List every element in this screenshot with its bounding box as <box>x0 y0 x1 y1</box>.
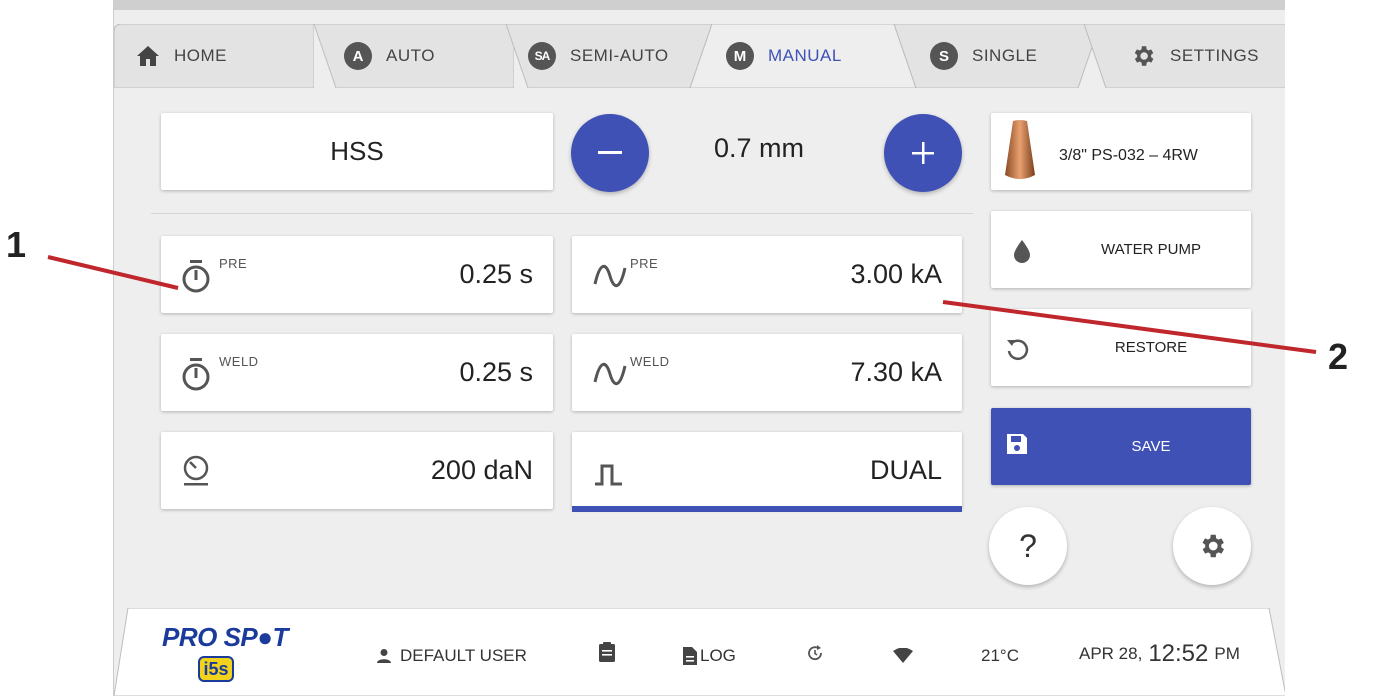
tab-manual[interactable]: M MANUAL <box>690 24 916 88</box>
electrode-label: 3/8" PS-032 – 4RW <box>1059 147 1198 164</box>
callout-2-number: 2 <box>1328 336 1349 377</box>
weld-time-label: WELD <box>219 354 259 369</box>
tab-settings[interactable]: SETTINGS <box>1084 24 1285 88</box>
force-value: 200 daN <box>430 455 533 485</box>
weld-current-value: 7.30 kA <box>850 357 942 387</box>
gear-icon <box>1134 46 1154 66</box>
settings-button[interactable] <box>1173 507 1251 585</box>
history-icon <box>808 645 822 661</box>
tab-settings-label: SETTINGS <box>1170 46 1260 65</box>
log-button[interactable]: LOG <box>682 646 736 666</box>
status-bar: PRO SP●T i5s DEFAULT USER LOG 21°C APR 2… <box>114 608 1285 696</box>
user-name: DEFAULT USER <box>400 646 527 665</box>
restore-label: RESTORE <box>1114 339 1188 356</box>
clipboard-icon <box>599 642 615 662</box>
stopwatch-icon <box>182 260 210 293</box>
temperature-value: 21°C <box>981 646 1019 665</box>
temperature-readout: 21°C <box>981 646 1019 666</box>
pre-current-card[interactable]: PRE 3.00 kA <box>572 236 962 313</box>
callout-1-number: 1 <box>6 224 27 265</box>
stopwatch-icon <box>182 358 210 391</box>
pulse-mode-card[interactable]: DUAL <box>572 432 962 509</box>
user-icon <box>377 649 391 663</box>
restore-button[interactable]: RESTORE <box>991 309 1251 386</box>
user-indicator[interactable]: DEFAULT USER <box>376 646 527 666</box>
manual-badge-icon: M <box>726 42 754 70</box>
thickness-value: 0.7 mm <box>713 133 805 163</box>
tab-home[interactable]: HOME <box>114 24 314 88</box>
mode-tabs: HOME A AUTO SA SEMI-AUTO M MANUAL S SING… <box>114 10 1285 98</box>
pre-time-card[interactable]: PRE 0.25 s <box>161 236 553 313</box>
help-button[interactable]: ? <box>989 507 1067 585</box>
datetime-readout: APR 28, 12:52 PM <box>1079 640 1240 668</box>
gear-icon <box>1202 534 1224 558</box>
home-icon <box>137 46 159 66</box>
history-button[interactable] <box>806 644 824 662</box>
pulse-icon <box>595 464 622 486</box>
save-button[interactable]: SAVE <box>991 408 1251 485</box>
save-label: SAVE <box>1131 438 1171 455</box>
plus-icon <box>912 142 934 164</box>
gauge-icon <box>183 455 209 486</box>
sine-wave-icon <box>593 265 627 287</box>
clipboard-button[interactable] <box>598 641 616 663</box>
auto-badge-icon: A <box>344 42 372 70</box>
tab-auto-label: AUTO <box>386 46 435 65</box>
tab-auto[interactable]: A AUTO <box>314 24 514 88</box>
date-value: APR 28, <box>1079 644 1143 663</box>
tab-semi-auto-label: SEMI-AUTO <box>570 46 669 65</box>
weld-current-label: WELD <box>630 354 670 369</box>
tab-semi-auto[interactable]: SA SEMI-AUTO <box>506 24 712 88</box>
pulse-mode-value: DUAL <box>869 455 942 485</box>
electrode-selector[interactable]: 3/8" PS-032 – 4RW <box>991 113 1251 190</box>
material-selector[interactable]: HSS <box>161 113 553 190</box>
semi-auto-badge-icon: SA <box>528 42 556 70</box>
water-pump-label: WATER PUMP <box>1101 241 1201 258</box>
pulse-mode-underline <box>572 506 962 512</box>
machine-screen: HOME A AUTO SA SEMI-AUTO M MANUAL S SING… <box>113 0 1285 696</box>
wifi-indicator[interactable] <box>892 648 914 664</box>
force-card[interactable]: 200 daN <box>161 432 553 509</box>
i5s-logo: i5s <box>198 656 234 682</box>
material-label: HSS <box>330 136 384 166</box>
pro-spot-logo: PRO SP●T <box>162 622 288 652</box>
weld-time-card[interactable]: WELD 0.25 s <box>161 334 553 411</box>
divider <box>151 213 973 214</box>
single-badge-icon: S <box>930 42 958 70</box>
increase-thickness-button[interactable] <box>884 114 962 192</box>
tab-single-label: SINGLE <box>972 46 1038 65</box>
weld-current-card[interactable]: WELD 7.30 kA <box>572 334 962 411</box>
minus-icon <box>598 151 622 154</box>
help-icon: ? <box>1019 527 1037 564</box>
wifi-icon <box>893 648 913 663</box>
tab-manual-label: MANUAL <box>768 46 842 65</box>
pre-time-label: PRE <box>219 256 248 271</box>
water-pump-button[interactable]: WATER PUMP <box>991 211 1251 288</box>
decrease-thickness-button[interactable] <box>571 114 649 192</box>
pre-current-label: PRE <box>630 256 659 271</box>
ampm-value: PM <box>1214 644 1240 663</box>
time-value: 12:52 <box>1148 640 1209 667</box>
top-strip <box>114 0 1285 10</box>
tab-home-label: HOME <box>174 46 227 65</box>
sine-wave-icon <box>593 363 627 385</box>
pre-time-value: 0.25 s <box>459 259 533 289</box>
weld-time-value: 0.25 s <box>459 357 533 387</box>
log-label: LOG <box>700 646 736 665</box>
document-icon <box>683 647 697 665</box>
pre-current-value: 3.00 kA <box>850 259 942 289</box>
tab-single[interactable]: S SINGLE <box>894 24 1100 88</box>
